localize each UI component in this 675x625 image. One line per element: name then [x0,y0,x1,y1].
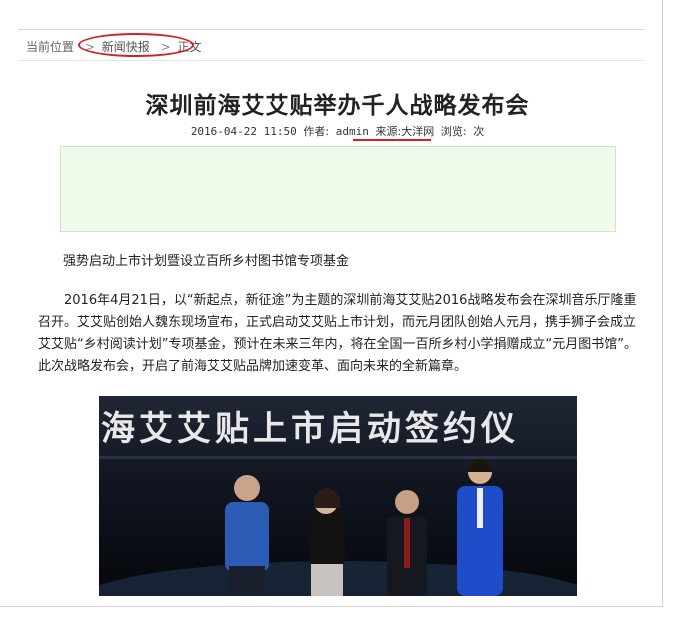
meta-source-label: 来源: [375,125,402,138]
meta-views-label: 浏览: [440,125,467,138]
photo-banner-text: 海艾艾贴上市启动签约仪 [101,409,519,449]
meta-datetime: 2016-04-22 11:50 [190,125,297,138]
ad-placeholder [60,146,616,232]
annotation-underline [353,139,431,141]
meta-author-label: 作者: [303,125,330,138]
breadcrumb-prefix: 当前位置 [26,40,75,54]
article-title: 深圳前海艾艾贴举办千人战略发布会 [145,92,530,119]
article-subheading: 强势启动上市计划暨设立百所乡村图书馆专项基金 [63,254,350,269]
article-paragraph: 2016年4月21日，以“新起点，新征途”为主题的深圳前海艾艾贴2016战略发布… [38,293,637,374]
article-photo: 海艾艾贴上市启动签约仪 [99,396,577,596]
annotation-circle [78,33,194,57]
top-divider [18,29,644,30]
meta-views-suffix: 次 [473,125,485,138]
person-2 [309,488,345,596]
breadcrumb-divider [18,60,644,61]
meta-source[interactable]: 大洋网 [401,125,434,138]
article-meta: 2016-04-22 11:50 作者: admin 来源:大洋网 浏览: 次 [0,123,675,139]
meta-author[interactable]: admin [336,125,369,138]
